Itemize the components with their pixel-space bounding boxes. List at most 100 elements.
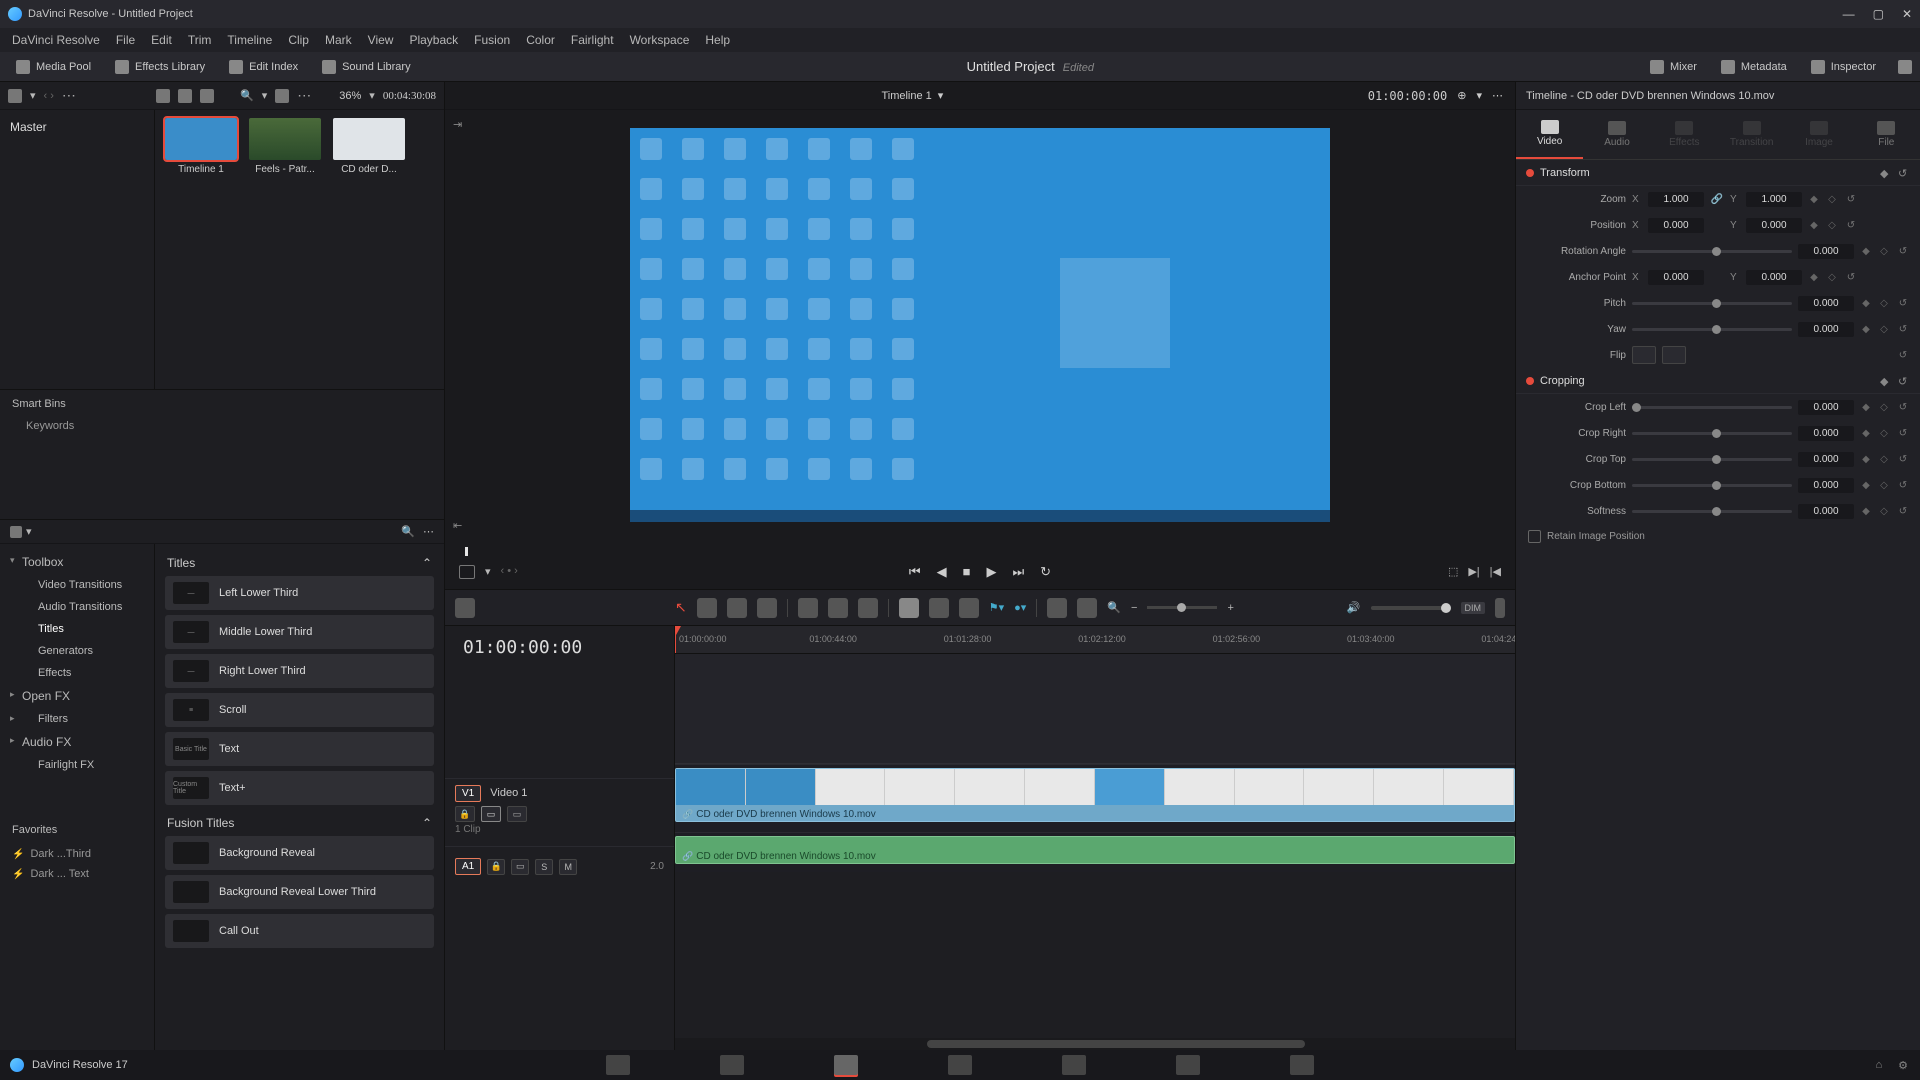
tab-image[interactable]: Image [1785,110,1852,159]
menu-fairlight[interactable]: Fairlight [571,33,614,47]
pos-y-field[interactable]: 0.000 [1746,218,1802,233]
reset-icon[interactable]: ↺ [1896,402,1910,413]
play-button[interactable]: ▶ [986,564,996,580]
project-settings-icon[interactable]: ⚙ [1898,1059,1908,1072]
chevron-down-icon[interactable]: ▾ [938,89,944,102]
audio-track-header[interactable]: A1 🔒 ▭ S M 2.0 [445,846,674,886]
crop-left-slider[interactable]: .insp-row .slider[data-name='crop-left-s… [1632,406,1792,409]
timeline-ruler[interactable]: 01:00:00:00 01:00:44:00 01:01:28:00 01:0… [675,626,1515,654]
nav-generators[interactable]: Generators [0,640,154,662]
mute-icon[interactable]: 🔊 [1347,601,1361,614]
crop-right-field[interactable]: 0.000 [1798,426,1854,441]
reset-icon[interactable]: ↺ [1844,220,1858,231]
reset-icon[interactable]: ↺ [1896,298,1910,309]
timeline-tracks[interactable]: 01:00:00:00 01:00:44:00 01:01:28:00 01:0… [675,626,1515,1050]
marker-icon[interactable]: ●▾ [1014,601,1026,614]
blade-tool-icon[interactable] [757,598,777,618]
video-track-header[interactable]: V1 Video 1 🔒 ▭ ▭ 1 Clip [445,778,674,846]
viewer-canvas[interactable]: ⇥ ⇤ [445,110,1515,540]
edit-index-toggle[interactable]: Edit Index [221,57,306,77]
track-auto-select-icon[interactable]: ▭ [481,806,501,822]
track-disable-icon[interactable]: ▭ [507,806,527,822]
pitch-field[interactable]: 0.000 [1798,296,1854,311]
view-strip-icon[interactable] [178,89,192,103]
menu-playback[interactable]: Playback [409,33,458,47]
collapse-viewer-icon[interactable]: ⇤ [453,519,462,532]
sound-library-toggle[interactable]: Sound Library [314,57,419,77]
home-icon[interactable]: ⌂ [1875,1059,1882,1072]
tab-transition[interactable]: Transition [1718,110,1785,159]
rotation-slider[interactable] [1632,250,1792,253]
master-bin[interactable]: Master [10,116,144,138]
reset-icon[interactable]: ↺ [1844,272,1858,283]
flip-v-button[interactable] [1662,346,1686,364]
stop-button[interactable]: ■ [963,564,971,580]
keyframe-icon[interactable]: ◆ [1880,375,1892,387]
zoom-chevron-icon[interactable]: ▾ [369,89,375,102]
yaw-slider[interactable] [1632,328,1792,331]
reset-icon[interactable]: ↺ [1896,454,1910,465]
anchor-y-field[interactable]: 0.000 [1746,270,1802,285]
menu-help[interactable]: Help [705,33,730,47]
retain-image-position-checkbox[interactable]: Retain Image Position [1516,524,1920,549]
clip-timeline1[interactable]: Timeline 1 [163,118,239,175]
match-frame-icon[interactable]: ⬚ [1448,565,1458,578]
keyframe-icon[interactable]: ◆ [1860,298,1872,309]
track-lock-icon[interactable]: 🔒 [455,806,475,822]
playhead[interactable] [675,626,676,653]
prev-frame-button[interactable]: ◀ [937,564,947,580]
nav-audio-transitions[interactable]: Audio Transitions [0,596,154,618]
keyframe-icon[interactable]: ◆ [1860,428,1872,439]
zoom-y-field[interactable]: 1.000 [1746,192,1802,207]
mixer-toggle[interactable]: Mixer [1642,57,1705,77]
media-page-button[interactable] [606,1055,630,1075]
options-icon[interactable]: ⋯ [62,87,76,104]
volume-slider[interactable] [1371,606,1451,610]
timeline-name[interactable]: Timeline 1 [881,90,931,102]
loop-button[interactable]: ↻ [1040,564,1051,580]
reset-icon[interactable]: ↺ [1896,506,1910,517]
nav-video-transitions[interactable]: Video Transitions [0,574,154,596]
keyframe-icon[interactable]: ◆ [1860,324,1872,335]
v1-badge[interactable]: V1 [455,785,481,802]
flip-h-button[interactable] [1632,346,1656,364]
menu-edit[interactable]: Edit [151,33,172,47]
crop-left-field[interactable]: 0.000 [1798,400,1854,415]
dim-button[interactable]: DIM [1461,602,1486,614]
viewer-options-icon[interactable]: ⋯ [1492,89,1503,102]
reset-icon[interactable]: ↺ [1898,167,1910,179]
last-frame-button[interactable]: ⏭ [1012,564,1024,580]
fx-panel-icon[interactable] [10,526,22,538]
fairlight-page-button[interactable] [1176,1055,1200,1075]
viewer-scrubber[interactable] [465,540,1495,554]
menu-view[interactable]: View [368,33,394,47]
expand-viewer-icon[interactable]: ⇥ [453,118,462,131]
title-call-out[interactable]: Call Out [165,914,434,948]
menu-color[interactable]: Color [526,33,555,47]
clip-feels[interactable]: Feels - Patr... [247,118,323,175]
menu-file[interactable]: File [116,33,135,47]
nav-filters[interactable]: Filters [0,708,154,730]
keyframe-icon[interactable]: ◆ [1860,454,1872,465]
link-icon[interactable] [929,598,949,618]
keyframe-icon[interactable]: ◆ [1880,167,1892,179]
crop-top-field[interactable]: 0.000 [1798,452,1854,467]
reset-icon[interactable]: ↺ [1896,350,1910,361]
search-timeline-icon[interactable] [1047,598,1067,618]
viewer-zoom[interactable]: 36% [339,90,361,102]
smart-bins-header[interactable]: Smart Bins [12,398,432,410]
timeline-scrollbar[interactable] [675,1038,1515,1050]
cropping-section-header[interactable]: Cropping◆↺ [1516,368,1920,394]
lock-icon[interactable] [959,598,979,618]
more-icon[interactable]: ⋯ [297,87,311,104]
first-frame-button[interactable]: ⏮ [909,564,921,580]
fx-options-icon[interactable]: ⋯ [423,525,434,538]
pos-x-field[interactable]: 0.000 [1648,218,1704,233]
title-left-lower-third[interactable]: —Left Lower Third [165,576,434,610]
menu-clip[interactable]: Clip [288,33,309,47]
nav-openfx[interactable]: Open FX [0,684,154,708]
timeline-timecode[interactable]: 01:00:00:00 [445,626,674,668]
keyframe-icon[interactable]: ◆ [1808,194,1820,205]
tab-effects[interactable]: Effects [1651,110,1718,159]
menu-mark[interactable]: Mark [325,33,352,47]
